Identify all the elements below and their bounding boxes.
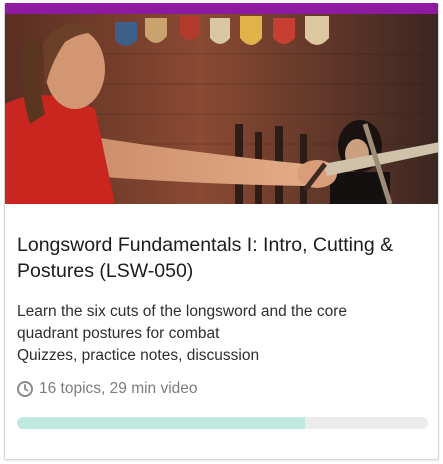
card-accent-bar — [5, 3, 438, 14]
description-line: quadrant postures for combat — [17, 325, 220, 342]
course-title[interactable]: Longsword Fundamentals I: Intro, Cutting… — [17, 232, 426, 284]
course-progress-fill — [17, 417, 305, 429]
course-meta: 16 topics, 29 min video — [17, 380, 426, 398]
course-description: Learn the six cuts of the longsword and … — [17, 301, 426, 367]
course-meta-text: 16 topics, 29 min video — [39, 380, 198, 397]
course-progress-bar — [17, 417, 428, 429]
clock-icon — [17, 381, 33, 397]
description-line: Quizzes, practice notes, discussion — [17, 347, 260, 364]
course-thumbnail[interactable] — [5, 14, 438, 204]
description-line: Learn the six cuts of the longsword and … — [17, 303, 348, 320]
course-card[interactable]: Longsword Fundamentals I: Intro, Cutting… — [4, 3, 439, 460]
